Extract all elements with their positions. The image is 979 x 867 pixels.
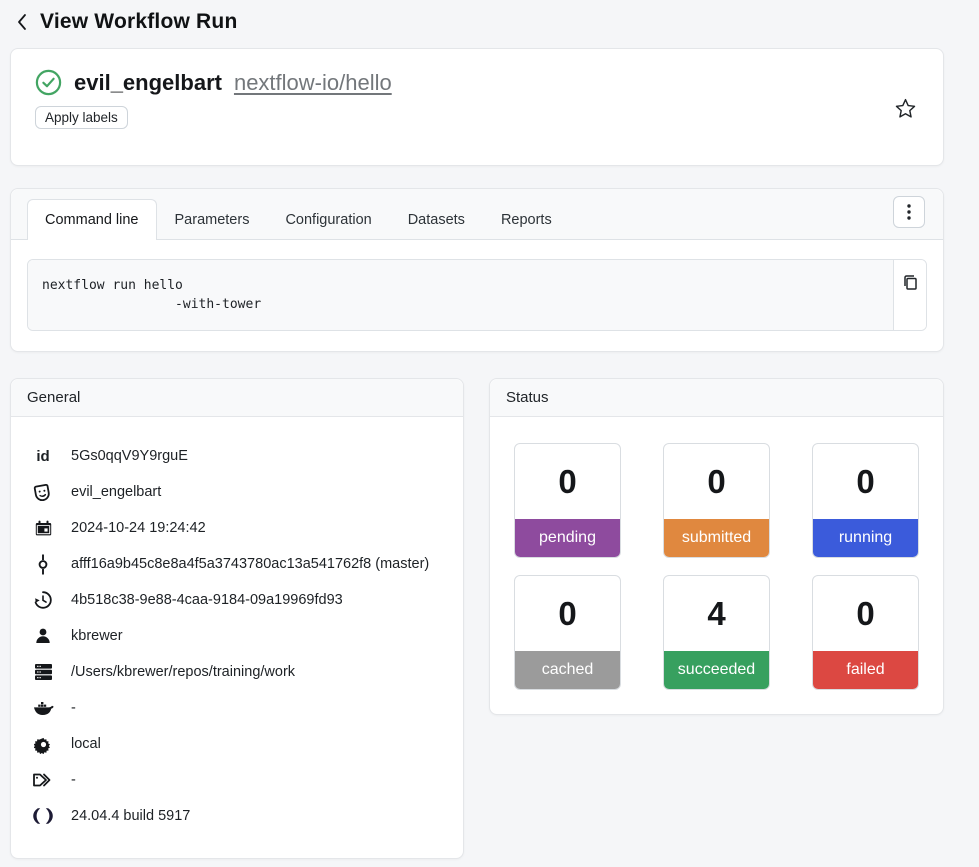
cached-count: 0: [515, 576, 620, 651]
back-button[interactable]: [14, 11, 30, 33]
succeeded-label: succeeded: [664, 651, 769, 689]
command-line-block: nextflow run hello -with-tower: [27, 259, 927, 331]
star-icon: [894, 97, 917, 120]
general-row-date: 2024-10-24 19:24:42: [31, 510, 445, 546]
general-row-run-name: evil_engelbart: [31, 474, 445, 510]
tab-configuration[interactable]: Configuration: [267, 199, 389, 240]
cached-label: cached: [515, 651, 620, 689]
server-icon: [31, 663, 55, 681]
panels-row: General id 5Gs0qqV9Y9rguE: [10, 378, 944, 859]
repo-link[interactable]: nextflow-io/hello: [234, 70, 392, 96]
submitted-label: submitted: [664, 519, 769, 557]
command-line-code: nextflow run hello -with-tower: [28, 260, 893, 330]
status-tile-pending: 0 pending: [514, 443, 621, 558]
start-date-value: 2024-10-24 19:24:42: [71, 520, 206, 536]
kebab-menu-icon: [907, 204, 911, 220]
submitted-count: 0: [664, 444, 769, 519]
general-row-id: id 5Gs0qqV9Y9rguE: [31, 438, 445, 474]
tags-value: -: [71, 772, 76, 788]
general-row-session: 4b518c38-9e88-4caa-9184-09a19969fd93: [31, 582, 445, 618]
tags-icon: [31, 771, 55, 789]
status-tile-succeeded: 4 succeeded: [663, 575, 770, 690]
status-panel: Status 0 pending 0 submitted 0 running 0…: [489, 378, 944, 715]
container-value: -: [71, 700, 76, 716]
more-options-button[interactable]: [893, 196, 925, 228]
status-tile-submitted: 0 submitted: [663, 443, 770, 558]
star-button[interactable]: [894, 97, 917, 120]
user-icon: [31, 627, 55, 645]
running-label: running: [813, 519, 918, 557]
general-panel-title: General: [11, 379, 463, 417]
run-name: evil_engelbart: [74, 70, 222, 96]
failed-count: 0: [813, 576, 918, 651]
command-line-panel: nextflow run hello -with-tower: [11, 240, 943, 351]
run-id-value: 5Gs0qqV9Y9rguE: [71, 448, 188, 464]
view-workflow-run-page: View Workflow Run evil_engelbart nextflo…: [0, 0, 979, 867]
run-name-value: evil_engelbart: [71, 484, 161, 500]
status-tile-running: 0 running: [812, 443, 919, 558]
launched-by-value: kbrewer: [71, 628, 123, 644]
general-row-commit: afff16a9b45c8e8a4f5a3743780ac13a541762f8…: [31, 546, 445, 582]
succeeded-count: 4: [664, 576, 769, 651]
tab-reports[interactable]: Reports: [483, 199, 570, 240]
run-details-card: Command line Parameters Configuration Da…: [10, 188, 944, 352]
general-panel: General id 5Gs0qqV9Y9rguE: [10, 378, 464, 859]
general-row-container: -: [31, 690, 445, 726]
gear-icon: [31, 735, 55, 754]
general-row-tags: -: [31, 762, 445, 798]
calendar-icon: [31, 519, 55, 538]
executor-value: local: [71, 736, 101, 752]
failed-label: failed: [813, 651, 918, 689]
session-id-value: 4b518c38-9e88-4caa-9184-09a19969fd93: [71, 592, 343, 608]
page-title: View Workflow Run: [40, 10, 237, 34]
pending-label: pending: [515, 519, 620, 557]
copy-button[interactable]: [893, 260, 926, 330]
commit-icon: [31, 554, 55, 575]
commit-value: afff16a9b45c8e8a4f5a3743780ac13a541762f8…: [71, 556, 429, 572]
status-panel-title: Status: [490, 379, 943, 417]
mask-icon: [31, 482, 55, 503]
success-check-icon: [35, 69, 62, 96]
command-text: nextflow run hello -with-tower: [42, 276, 879, 314]
tab-strip: Command line Parameters Configuration Da…: [11, 189, 943, 240]
status-tile-failed: 0 failed: [812, 575, 919, 690]
nextflow-icon: [31, 806, 55, 826]
docker-icon: [31, 700, 55, 716]
general-row-executor: local: [31, 726, 445, 762]
tab-datasets[interactable]: Datasets: [390, 199, 483, 240]
pending-count: 0: [515, 444, 620, 519]
apply-labels-button[interactable]: Apply labels: [35, 106, 128, 129]
running-count: 0: [813, 444, 918, 519]
history-icon: [31, 590, 55, 610]
run-summary-card: evil_engelbart nextflow-io/hello Apply l…: [10, 48, 944, 166]
copy-icon: [903, 274, 918, 290]
id-label: id: [31, 448, 55, 465]
general-row-nextflow-version: 24.04.4 build 5917: [31, 798, 445, 834]
page-header: View Workflow Run: [0, 0, 979, 40]
nextflow-version-value: 24.04.4 build 5917: [71, 808, 190, 824]
status-tile-cached: 0 cached: [514, 575, 621, 690]
workdir-value: /Users/kbrewer/repos/training/work: [71, 664, 295, 680]
tab-command-line[interactable]: Command line: [27, 199, 157, 240]
tab-parameters[interactable]: Parameters: [157, 199, 268, 240]
general-row-user: kbrewer: [31, 618, 445, 654]
general-row-workdir: /Users/kbrewer/repos/training/work: [31, 654, 445, 690]
chevron-left-icon: [16, 13, 28, 31]
